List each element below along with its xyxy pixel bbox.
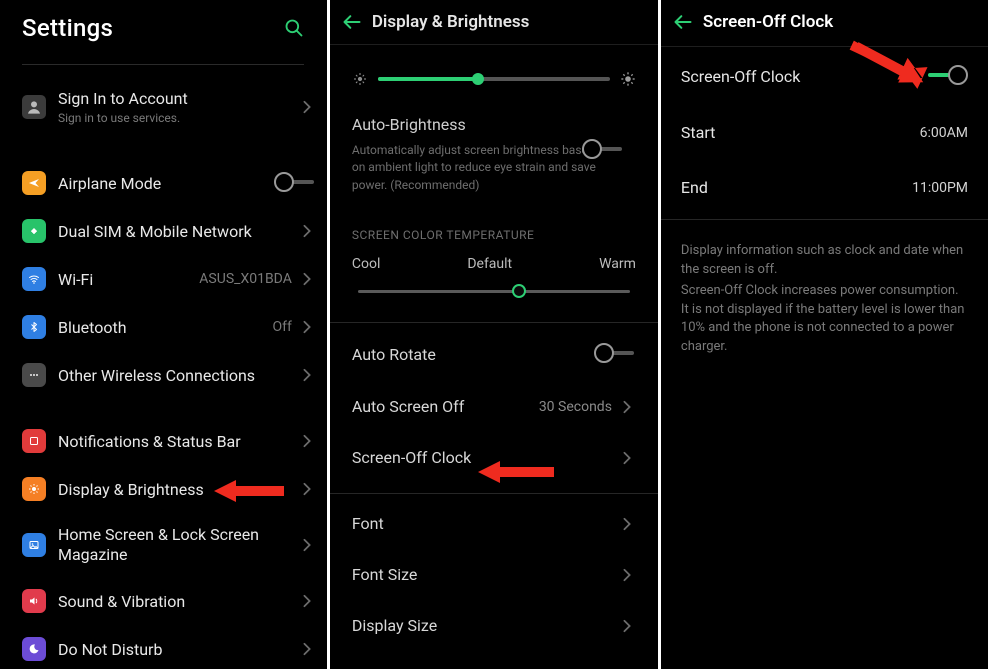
sign-in-row[interactable]: Sign In to Account Sign in to use servic…	[0, 73, 326, 141]
screen-off-clock-title: Screen-Off Clock	[703, 12, 833, 32]
other-wireless-label: Other Wireless Connections	[58, 366, 298, 385]
chevron-right-icon	[618, 617, 636, 635]
airplane-mode-row[interactable]: Airplane Mode	[0, 159, 326, 207]
chevron-right-icon	[618, 398, 636, 416]
bluetooth-label: Bluetooth	[58, 318, 273, 337]
sun-small-icon	[352, 71, 368, 87]
screen-off-clock-toggle[interactable]	[926, 65, 968, 87]
back-button[interactable]	[663, 14, 703, 30]
more-icon	[22, 363, 46, 387]
screen-off-clock-panel: Screen-Off Clock Screen-Off Clock Start …	[661, 0, 988, 669]
display-size-label: Display Size	[352, 616, 437, 635]
display-brightness-row[interactable]: Display & Brightness	[0, 465, 326, 513]
chevron-right-icon	[298, 480, 316, 498]
chevron-right-icon	[298, 270, 316, 288]
font-row[interactable]: Font	[346, 498, 642, 549]
font-size-row[interactable]: Font Size	[346, 549, 642, 600]
wifi-value: ASUS_X01BDA	[199, 271, 292, 287]
dual-sim-label: Dual SIM & Mobile Network	[58, 222, 298, 241]
screen-off-clock-row[interactable]: Screen-Off Clock	[346, 432, 642, 483]
sign-in-sub: Sign in to use services.	[58, 111, 298, 125]
auto-screen-off-value: 30 Seconds	[539, 399, 612, 415]
wifi-row[interactable]: Wi-Fi ASUS_X01BDA	[0, 255, 326, 303]
settings-title: Settings	[22, 14, 113, 42]
auto-screen-off-label: Auto Screen Off	[352, 397, 464, 416]
sun-large-icon	[620, 71, 636, 87]
back-button[interactable]	[332, 14, 372, 30]
chevron-right-icon	[298, 98, 316, 116]
do-not-disturb-row[interactable]: Do Not Disturb	[0, 625, 326, 669]
chevron-right-icon	[298, 640, 316, 658]
chevron-right-icon	[298, 222, 316, 240]
display-brightness-label: Display & Brightness	[58, 480, 298, 499]
temp-default-label: Default	[467, 256, 512, 272]
home-lock-screen-label: Home Screen & Lock Screen Magazine	[58, 525, 298, 565]
wifi-icon	[22, 267, 46, 291]
profile-icon	[22, 95, 46, 119]
auto-screen-off-row[interactable]: Auto Screen Off 30 Seconds	[346, 381, 642, 432]
screen-off-clock-note: Display information such as clock and da…	[677, 224, 972, 357]
dual-sim-row[interactable]: Dual SIM & Mobile Network	[0, 207, 326, 255]
chevron-right-icon	[298, 318, 316, 336]
display-size-row[interactable]: Display Size	[346, 600, 642, 651]
moon-icon	[22, 637, 46, 661]
do-not-disturb-label: Do Not Disturb	[58, 640, 298, 659]
end-time-row[interactable]: End 11:00PM	[677, 160, 972, 215]
chevron-right-icon	[298, 536, 316, 554]
color-temp-caption: SCREEN COLOR TEMPERATURE	[346, 200, 642, 252]
start-value: 6:00AM	[920, 125, 968, 141]
end-value: 11:00PM	[912, 180, 968, 196]
sim-icon	[22, 219, 46, 243]
notifications-row[interactable]: Notifications & Status Bar	[0, 417, 326, 465]
end-label: End	[681, 178, 708, 197]
home-lock-screen-row[interactable]: Home Screen & Lock Screen Magazine	[0, 513, 326, 577]
notifications-label: Notifications & Status Bar	[58, 432, 298, 451]
chevron-right-icon	[618, 515, 636, 533]
note-line-2: Screen-Off Clock increases power consump…	[681, 282, 968, 357]
note-line-1: Display information such as clock and da…	[681, 242, 968, 280]
other-wireless-row[interactable]: Other Wireless Connections	[0, 351, 326, 399]
brightness-icon	[22, 477, 46, 501]
search-icon[interactable]	[284, 18, 304, 38]
airplane-mode-label: Airplane Mode	[58, 174, 274, 193]
airplane-icon	[22, 171, 46, 195]
font-label: Font	[352, 514, 384, 533]
auto-rotate-label: Auto Rotate	[352, 345, 436, 364]
sound-vibration-row[interactable]: Sound & Vibration	[0, 577, 326, 625]
bluetooth-icon	[22, 315, 46, 339]
sign-in-title: Sign In to Account	[58, 89, 298, 108]
auto-rotate-toggle[interactable]	[594, 343, 636, 365]
font-size-label: Font Size	[352, 565, 418, 584]
gallery-icon	[22, 533, 46, 557]
screen-off-clock-label: Screen-Off Clock	[352, 448, 471, 467]
sound-icon	[22, 589, 46, 613]
chevron-right-icon	[298, 366, 316, 384]
chevron-right-icon	[618, 566, 636, 584]
screen-off-clock-toggle-row[interactable]: Screen-Off Clock	[677, 47, 972, 105]
airplane-mode-toggle[interactable]	[274, 172, 316, 194]
auto-brightness-label: Auto-Brightness	[346, 99, 642, 140]
notifications-icon	[22, 429, 46, 453]
screen-off-clock-toggle-label: Screen-Off Clock	[681, 67, 800, 86]
sound-vibration-label: Sound & Vibration	[58, 592, 298, 611]
wifi-label: Wi-Fi	[58, 270, 199, 289]
brightness-slider[interactable]	[378, 71, 610, 87]
display-brightness-panel: Display & Brightness Auto-Brightness Aut…	[330, 0, 658, 669]
auto-rotate-row[interactable]: Auto Rotate	[346, 327, 642, 381]
bluetooth-row[interactable]: Bluetooth Off	[0, 303, 326, 351]
chevron-right-icon	[618, 449, 636, 467]
chevron-right-icon	[298, 592, 316, 610]
auto-brightness-toggle[interactable]	[582, 139, 624, 161]
settings-panel: Settings Sign In to Account Sign in to u…	[0, 0, 327, 669]
chevron-right-icon	[298, 432, 316, 450]
start-time-row[interactable]: Start 6:00AM	[677, 105, 972, 160]
color-temp-slider[interactable]	[358, 280, 630, 304]
temp-warm-label: Warm	[599, 256, 636, 272]
temp-cool-label: Cool	[352, 256, 381, 272]
display-brightness-title: Display & Brightness	[372, 12, 529, 32]
start-label: Start	[681, 123, 715, 142]
bluetooth-value: Off	[273, 319, 292, 335]
